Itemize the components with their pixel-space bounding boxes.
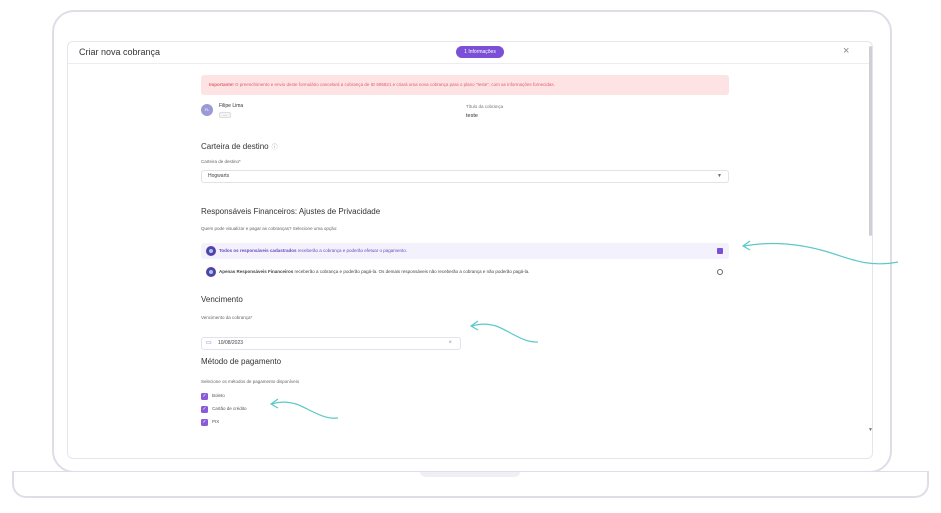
privacy-section-title: Responsáveis Financeiros: Ajustes de Pri… [201, 207, 381, 216]
privacy-option-financial-text: receberão a cobrança e poderão pagá-la. … [293, 269, 530, 274]
due-date-input[interactable]: ▭ 10/08/2023 × [201, 337, 461, 350]
alert-text: O preenchimento e envio deste formulário… [233, 82, 555, 87]
due-date-value: 10/08/2023 [218, 340, 244, 346]
scroll-down-arrow-icon[interactable]: ▼ [868, 427, 872, 433]
privacy-option-financial-radio[interactable] [717, 269, 723, 275]
annotation-arrow-privacy-icon [741, 240, 899, 265]
info-icon: ⓘ [271, 145, 278, 151]
alert-strong: Importante! [209, 82, 234, 87]
privacy-question: Quem pode visualizar e pagar as cobrança… [201, 226, 338, 231]
payment-hint: Selecione os métodos de pagamento dispon… [201, 379, 300, 384]
payment-method-label: PIX [212, 419, 220, 424]
privacy-option-all-strong: Todos os responsáveis cadastrados [219, 248, 297, 253]
close-icon[interactable]: × [843, 45, 849, 57]
client-badge: — [219, 112, 231, 118]
due-field-label: Vencimento da cobrança* [201, 315, 253, 320]
due-section-title: Vencimento [201, 295, 243, 304]
payment-method-label: Boleto [212, 393, 225, 398]
group-icon [206, 246, 216, 256]
scrollbar[interactable] [869, 46, 872, 236]
avatar: FL [201, 104, 213, 116]
checkbox-checked-icon[interactable]: ✓ [201, 406, 208, 413]
modal-title: Criar nova cobrança [79, 47, 161, 57]
chevron-down-icon: ▼ [717, 173, 722, 179]
clear-icon[interactable]: × [448, 338, 452, 349]
warning-alert: Importante! O preenchimento e envio dest… [201, 75, 729, 95]
step-indicator[interactable]: 1 Informações [456, 46, 504, 58]
charge-title-value: teste [466, 113, 478, 119]
payment-section-title: Método de pagamento [201, 357, 282, 366]
wallet-field-label: Carteira de destino* [201, 159, 241, 164]
payment-method-card[interactable]: ✓ Cartão de crédito [201, 405, 247, 413]
checkbox-checked-icon[interactable]: ✓ [201, 419, 208, 426]
calendar-icon[interactable]: ▭ [206, 338, 212, 349]
annotation-arrow-due-icon [469, 320, 539, 343]
privacy-option-all-text: receberão a cobrança e poderão efetuar o… [296, 248, 408, 253]
modal-header: Criar nova cobrança 1 Informações × [68, 42, 872, 64]
privacy-option-all-radio[interactable] [717, 248, 723, 254]
laptop-notch [420, 472, 520, 477]
checkbox-checked-icon[interactable]: ✓ [201, 393, 208, 400]
payment-method-boleto[interactable]: ✓ Boleto [201, 392, 225, 400]
privacy-option-all[interactable]: Todos os responsáveis cadastrados recebe… [201, 243, 729, 259]
payment-method-label: Cartão de crédito [212, 406, 247, 411]
person-icon [206, 267, 216, 277]
privacy-option-financial-only[interactable]: Apenas Responsáveis Financeiros receberã… [201, 264, 729, 280]
payment-method-pix[interactable]: ✓ PIX [201, 418, 219, 426]
wallet-section-title: Carteira de destino ⓘ [201, 142, 278, 151]
wallet-section-title-text: Carteira de destino [201, 142, 269, 151]
client-name: Filipe Lima [219, 103, 244, 109]
charge-title-label: Título da cobrança [466, 104, 504, 109]
privacy-option-financial-strong: Apenas Responsáveis Financeiros [219, 269, 294, 274]
wallet-select-value: Hogwarts [208, 173, 230, 179]
wallet-select[interactable]: Hogwarts ▼ [201, 170, 729, 183]
annotation-arrow-payment-icon [269, 398, 339, 419]
